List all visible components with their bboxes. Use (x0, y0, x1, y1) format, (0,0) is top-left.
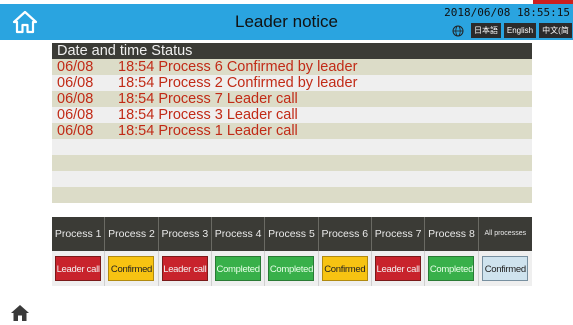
notice-message: Process 7 Leader call (158, 91, 298, 107)
notice-time: 18:54 (118, 107, 155, 123)
notice-row: 06/08 18:54 Process 7 Leader call (52, 91, 532, 107)
process-6-status-button[interactable]: Confirmed (321, 256, 368, 281)
process-status-table: Process 1 Process 2 Process 3 Process 4 … (52, 217, 532, 286)
process-header: Process 3 (159, 217, 212, 251)
notice-time: 18:54 (118, 59, 155, 75)
language-chinese-button[interactable]: 中文(简体) (539, 23, 572, 50)
all-processes-header: All processes (484, 230, 527, 237)
language-japanese-button[interactable]: 日本語 (471, 23, 501, 38)
all-processes-status-button[interactable]: Confirmed (482, 256, 529, 281)
notice-time: 18:54 (118, 123, 155, 139)
notice-row-empty (52, 155, 532, 171)
globe-icon (452, 25, 464, 37)
notice-date: 06/08 (57, 91, 94, 107)
process-2-status-button[interactable]: Confirmed (108, 256, 155, 281)
notice-row: 06/08 18:54 Process 3 Leader call (52, 107, 532, 123)
notice-list: Date and time Status 06/08 18:54 Process … (52, 43, 532, 203)
process-4-status-button[interactable]: Completed (215, 256, 262, 281)
home-icon[interactable] (10, 304, 30, 322)
process-7-status-button[interactable]: Leader call (375, 256, 422, 281)
process-header: Process 5 (265, 217, 319, 251)
process-3-status-button[interactable]: Leader call (161, 256, 208, 281)
process-1-status-button[interactable]: Leader call (55, 256, 102, 281)
process-header: Process 7 (372, 217, 426, 251)
process-header: Process 6 (319, 217, 372, 251)
notice-row-empty (52, 171, 532, 187)
notice-date: 06/08 (57, 123, 94, 139)
notice-date: 06/08 (57, 59, 94, 75)
notice-message: Process 3 Leader call (158, 107, 298, 123)
notice-time: 18:54 (118, 75, 155, 91)
notice-message: Process 6 Confirmed by leader (158, 59, 358, 75)
notice-row: 06/08 18:54 Process 1 Leader call (52, 123, 532, 139)
notice-message: Process 2 Confirmed by leader (158, 75, 358, 91)
notice-message: Process 1 Leader call (158, 123, 298, 139)
process-5-status-button[interactable]: Completed (268, 256, 315, 281)
header-bar: Leader notice 2018/06/08 18:55:15 日本語 En… (0, 4, 573, 50)
notice-row: 06/08 18:54 Process 6 Confirmed by leader (52, 59, 532, 75)
notice-list-header: Date and time Status (52, 43, 532, 59)
process-header-row: Process 1 Process 2 Process 3 Process 4 … (52, 217, 532, 251)
notice-date: 06/08 (57, 107, 94, 123)
language-english-button[interactable]: English (504, 23, 536, 38)
notice-row-empty (52, 187, 532, 203)
notice-date: 06/08 (57, 75, 94, 91)
notice-time: 18:54 (118, 91, 155, 107)
process-status-row: Leader call Confirmed Leader call Comple… (52, 251, 532, 286)
process-header: Process 2 (105, 217, 159, 251)
process-header: Process 8 (425, 217, 479, 251)
notice-row: 06/08 18:54 Process 2 Confirmed by leader (52, 75, 532, 91)
datetime-display: 2018/06/08 18:55:15 (444, 6, 570, 19)
process-header: Process 1 (52, 217, 106, 251)
notice-row-empty (52, 139, 532, 155)
process-header: Process 4 (212, 217, 266, 251)
process-8-status-button[interactable]: Completed (428, 256, 475, 281)
